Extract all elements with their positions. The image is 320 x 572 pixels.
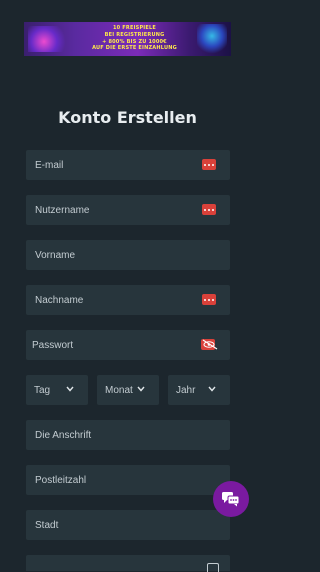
banner-line: BEI REGISTRIERUNG: [104, 31, 165, 38]
username-field[interactable]: Nutzername: [26, 195, 230, 225]
username-placeholder: Nutzername: [35, 204, 90, 216]
dots-icon: [202, 294, 216, 305]
email-placeholder: E-mail: [35, 159, 64, 171]
day-label: Tag: [34, 384, 51, 396]
banner-line: 10 FREISPIELE: [113, 25, 156, 31]
month-select[interactable]: Monat: [97, 375, 159, 405]
banner-line: + 800% BIS ZU 1000€: [102, 38, 167, 45]
email-field[interactable]: E-mail: [26, 150, 230, 180]
lastname-placeholder: Nachname: [35, 294, 84, 306]
chat-button[interactable]: [213, 481, 249, 517]
city-field[interactable]: Stadt: [26, 510, 230, 540]
page-title: Konto Erstellen: [58, 108, 197, 127]
promo-banner[interactable]: 10 FREISPIELE BEI REGISTRIERUNG + 800% B…: [24, 22, 231, 56]
banner-line: AUF DIE ERSTE EINZAHLUNG: [92, 45, 177, 52]
chevron-down-icon: [66, 386, 74, 392]
banner-text: 10 FREISPIELE BEI REGISTRIERUNG + 800% B…: [74, 25, 195, 52]
year-select[interactable]: Jahr: [168, 375, 230, 405]
chevron-down-icon: [137, 386, 145, 392]
firstname-field[interactable]: Vorname: [26, 240, 230, 270]
firstname-placeholder: Vorname: [35, 249, 76, 261]
country-select[interactable]: [26, 555, 230, 571]
eye-slash-icon[interactable]: [201, 339, 218, 350]
month-label: Monat: [105, 384, 133, 396]
city-placeholder: Stadt: [35, 519, 59, 531]
zip-field[interactable]: Postleitzahl: [26, 465, 230, 495]
day-select[interactable]: Tag: [26, 375, 88, 405]
chevron-down-icon: [208, 386, 216, 392]
lastname-field[interactable]: Nachname: [26, 285, 230, 315]
dots-icon: [202, 159, 216, 170]
dots-icon: [202, 204, 216, 215]
banner-art-right: [197, 24, 227, 54]
year-label: Jahr: [176, 384, 196, 396]
chat-bubbles-icon: [222, 492, 240, 507]
password-field[interactable]: Passwort: [26, 330, 230, 360]
address-placeholder: Die Anschrift: [35, 429, 92, 441]
password-placeholder: Passwort: [32, 339, 74, 351]
zip-placeholder: Postleitzahl: [35, 474, 87, 486]
address-field[interactable]: Die Anschrift: [26, 420, 230, 450]
banner-art-left: [28, 26, 68, 52]
